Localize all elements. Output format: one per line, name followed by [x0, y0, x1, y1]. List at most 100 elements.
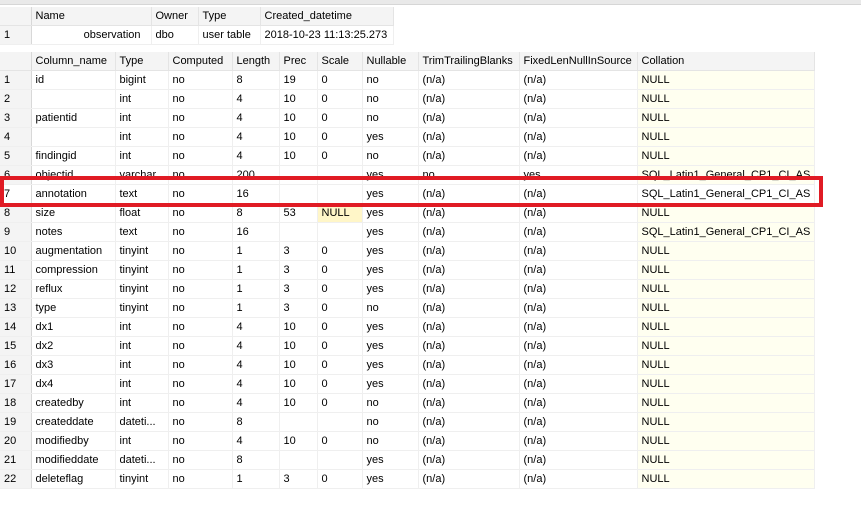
cell-type[interactable]: user table [198, 25, 261, 45]
cell-trim[interactable]: (n/a) [418, 298, 520, 318]
cell-prec[interactable]: 10 [279, 317, 318, 337]
column-header[interactable]: Created_datetime [260, 7, 394, 26]
cell-type[interactable]: tinyint [115, 279, 169, 299]
table-row[interactable]: 12 reflux tinyint no 1 3 0 yes (n/a) (n/a) NULL [0, 279, 815, 299]
cell-length[interactable]: 4 [232, 393, 280, 413]
cell-computed[interactable]: no [168, 70, 233, 90]
table-row[interactable]: 1 observation dbo user table 2018-10-23 11:1… [0, 25, 394, 45]
cell-length[interactable]: 1 [232, 241, 280, 261]
cell-length[interactable]: 4 [232, 355, 280, 375]
cell-scale[interactable] [317, 165, 363, 185]
cell-type[interactable]: dateti... [115, 412, 169, 432]
table-row[interactable]: 9 notes text no 16 yes (n/a) (n/a) SQL_Latin1_Ge… [0, 222, 815, 242]
column-header[interactable]: Nullable [362, 52, 419, 71]
cell-length[interactable]: 4 [232, 374, 280, 394]
cell-trim[interactable]: (n/a) [418, 203, 520, 223]
cell-prec[interactable]: 3 [279, 469, 318, 489]
cell-trim[interactable]: (n/a) [418, 146, 520, 166]
cell-fixed[interactable]: (n/a) [519, 260, 638, 280]
cell-nullable[interactable]: no [362, 146, 419, 166]
cell-collation[interactable]: NULL [637, 203, 815, 223]
cell-length[interactable]: 1 [232, 260, 280, 280]
cell-fixed[interactable]: (n/a) [519, 450, 638, 470]
cell-computed[interactable]: no [168, 127, 233, 147]
cell-scale[interactable] [317, 450, 363, 470]
cell-scale[interactable]: 0 [317, 374, 363, 394]
cell-computed[interactable]: no [168, 89, 233, 109]
table-row[interactable]: 3 patientid int no 4 10 0 no (n/a) (n/a) NULL [0, 108, 815, 128]
cell-length[interactable]: 1 [232, 279, 280, 299]
cell-scale[interactable]: 0 [317, 317, 363, 337]
cell-scale[interactable] [317, 412, 363, 432]
cell-column[interactable]: modifieddate [31, 450, 116, 470]
cell-scale[interactable]: 0 [317, 241, 363, 261]
cell-collation[interactable]: NULL [637, 393, 815, 413]
cell-column[interactable]: dx1 [31, 317, 116, 337]
cell-scale[interactable]: 0 [317, 89, 363, 109]
cell-trim[interactable]: (n/a) [418, 70, 520, 90]
cell-scale[interactable]: 0 [317, 108, 363, 128]
cell-column[interactable]: dx4 [31, 374, 116, 394]
cell-computed[interactable]: no [168, 298, 233, 318]
cell-computed[interactable]: no [168, 279, 233, 299]
cell-nullable[interactable]: yes [362, 184, 419, 204]
cell-type[interactable]: int [115, 108, 169, 128]
column-header[interactable]: Prec [279, 52, 318, 71]
column-header[interactable]: Column_name [31, 52, 116, 71]
cell-prec[interactable]: 10 [279, 374, 318, 394]
cell-collation[interactable]: NULL [637, 127, 815, 147]
cell-name[interactable]: observation [31, 25, 152, 45]
cell-scale[interactable]: 0 [317, 431, 363, 451]
cell-length[interactable]: 8 [232, 70, 280, 90]
column-header[interactable]: Type [198, 7, 261, 26]
cell-nullable[interactable]: yes [362, 374, 419, 394]
cell-trim[interactable]: (n/a) [418, 412, 520, 432]
cell-trim[interactable]: (n/a) [418, 89, 520, 109]
cell-column[interactable]: compression [31, 260, 116, 280]
cell-prec[interactable]: 53 [279, 203, 318, 223]
cell-collation[interactable]: NULL [637, 450, 815, 470]
cell-nullable[interactable]: no [362, 70, 419, 90]
cell-computed[interactable]: no [168, 431, 233, 451]
cell-prec[interactable] [279, 222, 318, 242]
cell-fixed[interactable]: (n/a) [519, 108, 638, 128]
cell-length[interactable]: 4 [232, 146, 280, 166]
cell-length[interactable]: 1 [232, 298, 280, 318]
table-row[interactable]: 16 dx3 int no 4 10 0 yes (n/a) (n/a) NULL [0, 355, 815, 375]
cell-computed[interactable]: no [168, 355, 233, 375]
table-row[interactable]: 8 size float no 8 53 NULL yes (n/a) (n/a) NULL [0, 203, 815, 223]
cell-nullable[interactable]: no [362, 412, 419, 432]
row-number-cell[interactable]: 11 [0, 260, 32, 280]
cell-computed[interactable]: no [168, 108, 233, 128]
cell-column[interactable]: id [31, 70, 116, 90]
cell-scale[interactable]: 0 [317, 393, 363, 413]
cell-scale[interactable]: 0 [317, 260, 363, 280]
cell-scale[interactable]: 0 [317, 70, 363, 90]
cell-collation[interactable]: NULL [637, 355, 815, 375]
cell-prec[interactable]: 10 [279, 431, 318, 451]
cell-scale[interactable]: 0 [317, 336, 363, 356]
cell-length[interactable]: 4 [232, 317, 280, 337]
row-number-cell[interactable]: 2 [0, 89, 32, 109]
cell-scale[interactable] [317, 184, 363, 204]
cell-column[interactable]: size [31, 203, 116, 223]
cell-column[interactable] [31, 89, 116, 109]
row-number-cell[interactable]: 21 [0, 450, 32, 470]
cell-column[interactable]: createddate [31, 412, 116, 432]
table-row[interactable]: 13 type tinyint no 1 3 0 no (n/a) (n/a) NULL [0, 298, 815, 318]
cell-length[interactable]: 16 [232, 184, 280, 204]
cell-fixed[interactable]: (n/a) [519, 203, 638, 223]
cell-type[interactable]: tinyint [115, 241, 169, 261]
table-row[interactable]: 11 compression tinyint no 1 3 0 yes (n/a) (n/a) NU… [0, 260, 815, 280]
cell-fixed[interactable]: (n/a) [519, 89, 638, 109]
cell-collation[interactable]: NULL [637, 260, 815, 280]
cell-computed[interactable]: no [168, 317, 233, 337]
cell-trim[interactable]: (n/a) [418, 469, 520, 489]
cell-trim[interactable]: (n/a) [418, 279, 520, 299]
cell-type[interactable]: int [115, 89, 169, 109]
cell-computed[interactable]: no [168, 393, 233, 413]
cell-length[interactable]: 8 [232, 450, 280, 470]
table-row[interactable]: 18 createdby int no 4 10 0 no (n/a) (n/a) NULL [0, 393, 815, 413]
cell-fixed[interactable]: (n/a) [519, 241, 638, 261]
cell-type[interactable]: text [115, 222, 169, 242]
